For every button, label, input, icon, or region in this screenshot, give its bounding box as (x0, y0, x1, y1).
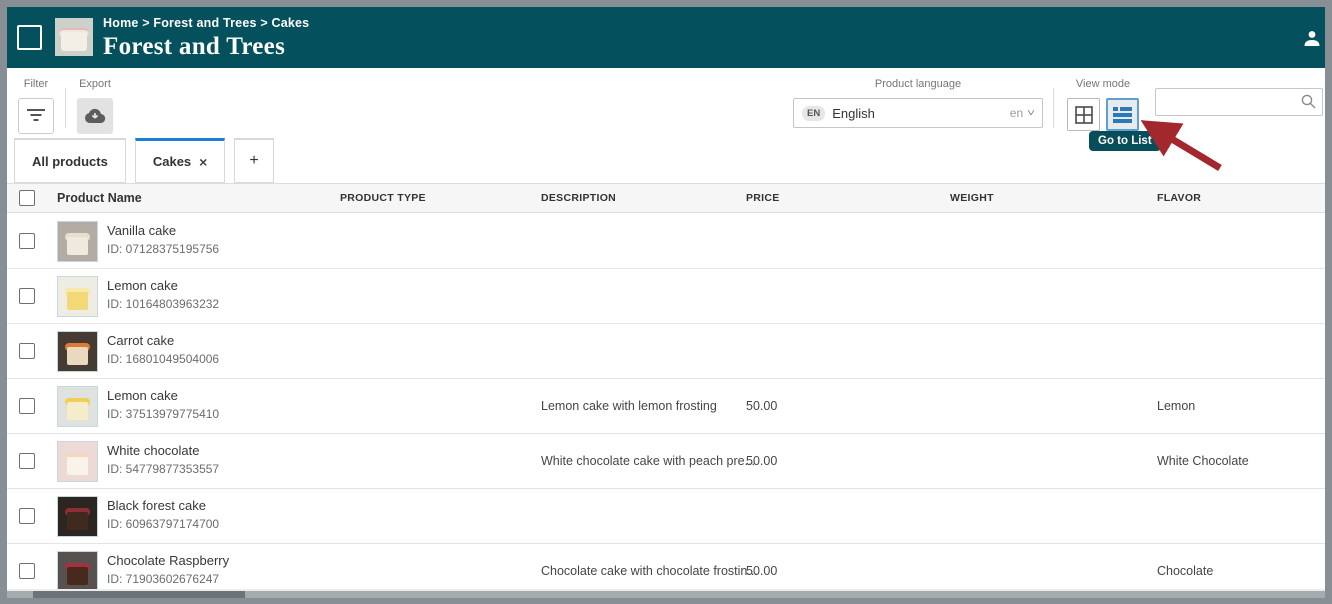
cell-price: 50.00 (746, 454, 777, 468)
product-name[interactable]: White chocolate (107, 443, 219, 458)
row-checkbox[interactable] (19, 453, 35, 469)
column-header[interactable]: PRICE (746, 192, 780, 204)
horizontal-scrollbar[interactable] (7, 591, 1325, 598)
product-id: ID: 07128375195756 (107, 242, 219, 256)
table-row[interactable]: Vanilla cake ID: 07128375195756 (7, 214, 1325, 269)
product-id: ID: 10164803963232 (107, 297, 219, 311)
select-all-checkbox[interactable] (19, 190, 35, 206)
chevron-down-icon: ˅ (1027, 108, 1035, 119)
column-header[interactable]: WEIGHT (950, 192, 994, 204)
app-logo (55, 18, 93, 56)
product-name[interactable]: Lemon cake (107, 278, 219, 293)
table-row[interactable]: Lemon cake ID: 10164803963232 (7, 269, 1325, 324)
product-thumbnail (57, 441, 98, 482)
filter-icon (26, 109, 46, 123)
toolbar: Filter Export Product language EN Englis… (7, 68, 1325, 138)
product-id: ID: 37513979775410 (107, 407, 219, 421)
product-id: ID: 60963797174700 (107, 517, 219, 531)
table-row[interactable]: Carrot cake ID: 16801049504006 (7, 324, 1325, 379)
go-to-list-tooltip: Go to List (1089, 131, 1161, 151)
user-icon[interactable] (1302, 29, 1322, 49)
table-row[interactable]: Black forest cake ID: 60963797174700 (7, 489, 1325, 544)
table-row[interactable]: White chocolate ID: 54779877353557 White… (7, 434, 1325, 489)
tab-label: + (249, 152, 258, 170)
row-checkbox[interactable] (19, 233, 35, 249)
app-header: Home > Forest and Trees > Cakes Forest a… (7, 7, 1325, 68)
app-window: Home > Forest and Trees > Cakes Forest a… (7, 7, 1325, 598)
breadcrumb-separator: > (139, 16, 154, 30)
menu-toggle-icon[interactable] (17, 25, 42, 50)
column-header[interactable]: DESCRIPTION (541, 192, 616, 204)
breadcrumb-item[interactable]: Forest and Trees (153, 16, 256, 30)
tab-all-products[interactable]: All products (14, 138, 126, 183)
cell-flavor: Lemon (1157, 399, 1195, 413)
cell-flavor: Chocolate (1157, 564, 1213, 578)
column-header[interactable]: PRODUCT TYPE (340, 192, 426, 204)
tab-add[interactable]: + (234, 138, 273, 183)
table-row[interactable]: Chocolate Raspberry ID: 71903602676247 C… (7, 544, 1325, 591)
filter-button[interactable] (18, 98, 54, 134)
search-icon (1301, 94, 1316, 109)
breadcrumb: Home > Forest and Trees > Cakes (103, 16, 309, 30)
language-value: English (832, 106, 1010, 121)
cell-description: White chocolate cake with peach pre... (541, 454, 755, 468)
filter-label: Filter (14, 78, 58, 93)
table-row[interactable]: Lemon cake ID: 37513979775410 Lemon cake… (7, 379, 1325, 434)
column-header[interactable]: Product Name (57, 191, 142, 205)
row-checkbox[interactable] (19, 343, 35, 359)
view-mode-label: View mode (1065, 78, 1141, 93)
row-checkbox[interactable] (19, 508, 35, 524)
close-icon[interactable]: × (199, 154, 207, 170)
grid-icon (1075, 106, 1093, 124)
list-view-button[interactable] (1106, 98, 1139, 131)
export-button[interactable] (77, 98, 113, 134)
table-body: Vanilla cake ID: 07128375195756 Lemon ca… (7, 214, 1325, 591)
product-thumbnail (57, 496, 98, 537)
language-badge: EN (802, 106, 825, 121)
tab-cakes[interactable]: Cakes × (135, 138, 226, 183)
product-id: ID: 54779877353557 (107, 462, 219, 476)
row-checkbox[interactable] (19, 563, 35, 579)
product-language-select[interactable]: EN English en ˅ (793, 98, 1043, 128)
column-header[interactable]: FLAVOR (1157, 192, 1201, 204)
product-thumbnail (57, 331, 98, 372)
cell-price: 50.00 (746, 399, 777, 413)
product-thumbnail (57, 276, 98, 317)
product-thumbnail (57, 221, 98, 262)
row-checkbox[interactable] (19, 288, 35, 304)
scrollbar-thumb[interactable] (33, 591, 245, 598)
cell-description: Lemon cake with lemon frosting (541, 399, 717, 413)
breadcrumb-item[interactable]: Cakes (272, 16, 310, 30)
product-name[interactable]: Vanilla cake (107, 223, 219, 238)
cell-flavor: White Chocolate (1157, 454, 1249, 468)
product-name[interactable]: Lemon cake (107, 388, 219, 403)
breadcrumb-item[interactable]: Home (103, 16, 139, 30)
table-header: Product Name PRODUCT TYPE DESCRIPTION PRICE… (7, 183, 1325, 213)
product-name[interactable]: Black forest cake (107, 498, 219, 513)
toolbar-divider (1053, 88, 1054, 128)
product-name[interactable]: Carrot cake (107, 333, 219, 348)
grid-view-button[interactable] (1067, 98, 1100, 131)
toolbar-divider (65, 88, 66, 128)
language-code: en (1010, 106, 1023, 120)
tab-label: All products (32, 154, 108, 169)
product-id: ID: 16801049504006 (107, 352, 219, 366)
breadcrumb-separator: > (257, 16, 272, 30)
product-thumbnail (57, 386, 98, 427)
product-thumbnail (57, 551, 98, 591)
product-language-label: Product language (793, 78, 1043, 93)
cell-description: Chocolate cake with chocolate frostin... (541, 564, 758, 578)
page-title: Forest and Trees (103, 33, 309, 61)
export-label: Export (73, 78, 117, 93)
product-id: ID: 71903602676247 (107, 572, 229, 586)
row-checkbox[interactable] (19, 398, 35, 414)
list-icon (1113, 107, 1132, 123)
search-input[interactable] (1155, 88, 1323, 116)
cell-price: 50.00 (746, 564, 777, 578)
cloud-download-icon (84, 108, 106, 124)
tab-label: Cakes (153, 154, 191, 169)
product-name[interactable]: Chocolate Raspberry (107, 553, 229, 568)
